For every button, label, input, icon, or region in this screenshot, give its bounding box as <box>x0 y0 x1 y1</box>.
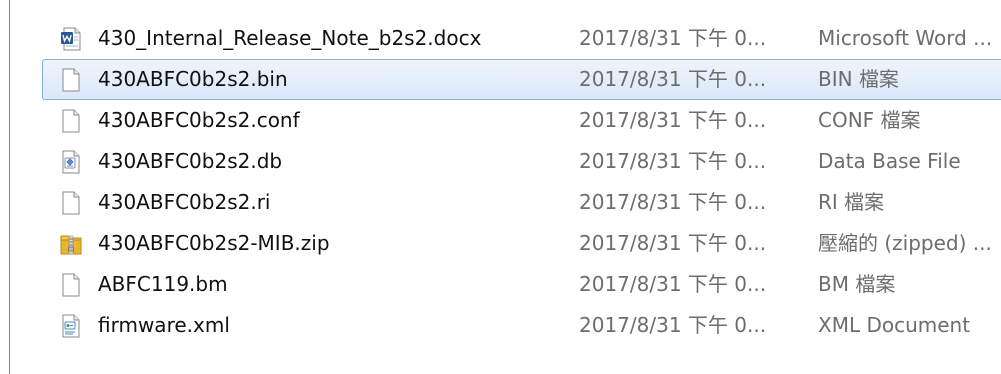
xml-document-icon <box>60 314 82 338</box>
file-name[interactable]: 430_Internal_Release_Note_b2s2.docx <box>98 26 481 51</box>
zip-folder-icon <box>60 232 82 256</box>
blank-file-icon <box>60 109 82 133</box>
file-row[interactable]: ABFC119.bm 2017/8/31 下午 0... BM 檔案 <box>42 264 1001 305</box>
file-name[interactable]: 430ABFC0b2s2.ri <box>98 190 270 215</box>
file-list: 430_Internal_Release_Note_b2s2.docx 2017… <box>42 18 1001 346</box>
file-row[interactable]: 430_Internal_Release_Note_b2s2.docx 2017… <box>42 18 1001 59</box>
file-type: Microsoft Word ... <box>818 26 993 50</box>
file-row[interactable]: 430ABFC0b2s2.db 2017/8/31 下午 0... Data B… <box>42 141 1001 182</box>
file-row[interactable]: 430ABFC0b2s2.conf 2017/8/31 下午 0... CONF… <box>42 100 1001 141</box>
file-type: RI 檔案 <box>818 190 885 214</box>
file-date-modified: 2017/8/31 下午 0... <box>579 190 767 214</box>
file-name[interactable]: ABFC119.bm <box>98 272 228 297</box>
file-type: Data Base File <box>818 149 961 173</box>
file-type: 壓縮的 (zipped) ... <box>818 231 992 255</box>
file-date-modified: 2017/8/31 下午 0... <box>579 108 767 132</box>
file-date-modified: 2017/8/31 下午 0... <box>579 313 767 337</box>
file-date-modified: 2017/8/31 下午 0... <box>579 231 767 255</box>
file-type: XML Document <box>818 313 971 337</box>
file-row[interactable]: 430ABFC0b2s2.ri 2017/8/31 下午 0... RI 檔案 <box>42 182 1001 223</box>
blank-file-icon <box>60 273 82 297</box>
file-type: CONF 檔案 <box>818 108 921 132</box>
file-name[interactable]: 430ABFC0b2s2-MIB.zip <box>98 231 330 256</box>
file-name[interactable]: 430ABFC0b2s2.bin <box>98 67 288 92</box>
file-name[interactable]: firmware.xml <box>98 313 230 338</box>
file-row[interactable]: 430ABFC0b2s2-MIB.zip 2017/8/31 下午 0... 壓… <box>42 223 1001 264</box>
file-type: BM 檔案 <box>818 272 896 296</box>
file-row[interactable]: firmware.xml 2017/8/31 下午 0... XML Docum… <box>42 305 1001 346</box>
file-date-modified: 2017/8/31 下午 0... <box>579 26 767 50</box>
file-name[interactable]: 430ABFC0b2s2.conf <box>98 108 300 133</box>
explorer-file-pane: 430_Internal_Release_Note_b2s2.docx 2017… <box>9 0 1001 374</box>
file-name[interactable]: 430ABFC0b2s2.db <box>98 149 282 174</box>
word-document-icon <box>60 27 82 51</box>
file-date-modified: 2017/8/31 下午 0... <box>579 149 767 173</box>
file-date-modified: 2017/8/31 下午 0... <box>579 272 767 296</box>
file-row-selected[interactable]: 430ABFC0b2s2.bin 2017/8/31 下午 0... BIN 檔… <box>42 59 1001 100</box>
blank-file-icon <box>60 68 82 92</box>
file-date-modified: 2017/8/31 下午 0... <box>579 67 767 91</box>
blank-file-icon <box>60 191 82 215</box>
database-file-icon <box>60 150 82 174</box>
file-type: BIN 檔案 <box>818 67 899 91</box>
